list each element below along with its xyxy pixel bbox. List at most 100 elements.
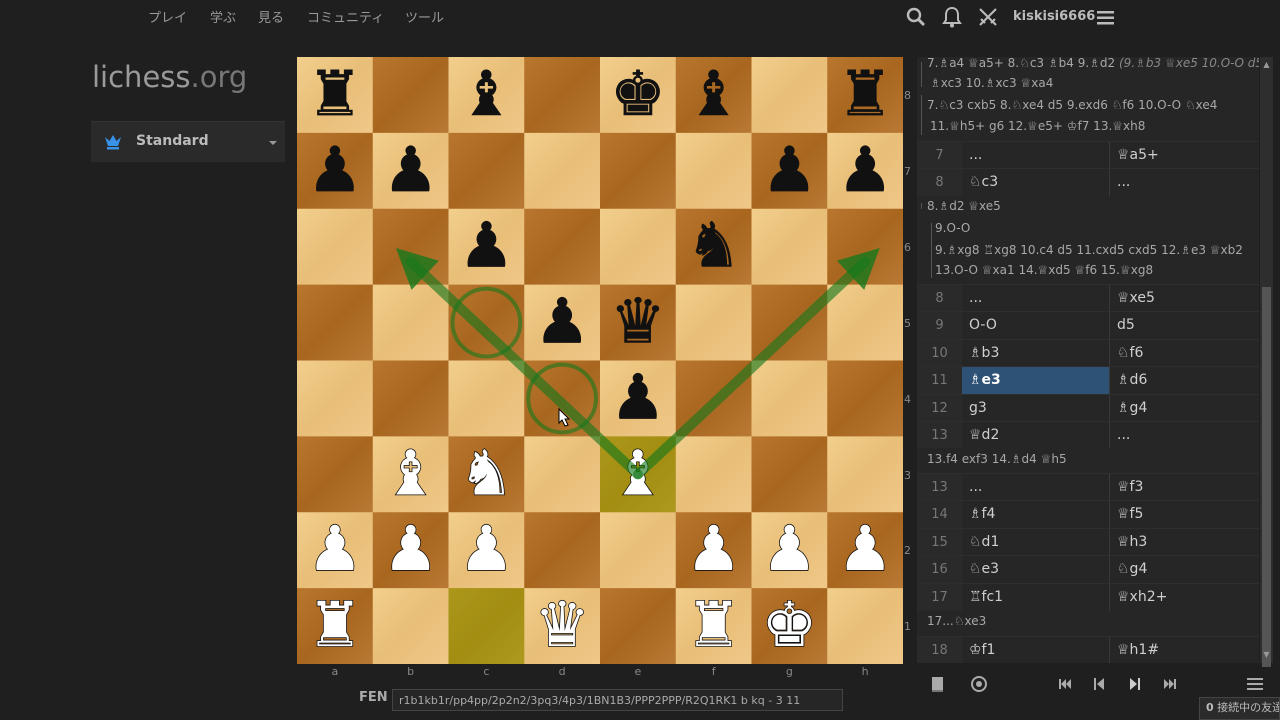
username-link[interactable]: kiskisi6666 [1013, 9, 1095, 24]
black-move[interactable]: ♕h3 [1110, 529, 1259, 556]
fen-input[interactable]: r1b1kb1r/pp4pp/2p2n2/3pq3/4p3/1BN1B3/PPP… [392, 689, 843, 711]
black-move[interactable]: ♕f5 [1110, 501, 1259, 528]
move-row: 10 ♗b3 ♘f6 [917, 338, 1259, 367]
white-move[interactable]: ♘c3 [962, 169, 1110, 197]
nav-play[interactable]: プレイ [148, 7, 187, 26]
white-move[interactable]: ... [962, 474, 1110, 501]
file-label: c [483, 665, 490, 678]
white-move[interactable]: O-O [962, 312, 1110, 340]
target-icon[interactable] [969, 674, 989, 694]
bell-icon[interactable] [941, 6, 965, 30]
scroll-down-arrow-icon[interactable]: ▼ [1262, 650, 1271, 659]
rank-label: 5 [904, 316, 911, 330]
move-number: 13 [917, 422, 962, 449]
move-number: 14 [917, 501, 962, 529]
board-svg[interactable]: ♜ ♝ ♚ ♝ ♜♟ ♟ ♟ ♟♟ ♞♟ ♛♟♝ ♞ ♝♟ ♟ ♟ ♟ ♟ ♟♜ ♛ ♜ ♚ [297, 57, 903, 664]
variation-line[interactable]: 13.O-O ♕xa1 14.♕xd5 ♕f6 15.♕xg8 [935, 263, 1153, 277]
white-move[interactable]: ♘e3 [962, 556, 1110, 584]
black-move[interactable]: ♕a5+ [1110, 142, 1259, 169]
board-square [751, 360, 828, 437]
board-square [372, 57, 449, 134]
white-move[interactable]: ... [962, 285, 1110, 312]
board-square [297, 208, 374, 286]
white-move[interactable]: g3 [962, 394, 1110, 422]
menu-icon[interactable] [1245, 674, 1265, 694]
scroll-up-arrow-icon[interactable]: ▲ [1262, 60, 1271, 69]
chess-board[interactable]: ♜ ♝ ♚ ♝ ♜ ♟ ♟ ♟ ♟ ♟ ♞ ♟ ♛ ♟ ♝ ♞ ♝ ♟ ♟ ♟ ♟ ♟ ♟ ♜ ♛ ♜ ♚ [297, 57, 903, 664]
nav-tools[interactable]: ツール [405, 7, 444, 26]
black-move[interactable]: ♕xh2+ [1110, 584, 1259, 611]
hamburger-menu-icon[interactable] [1096, 8, 1120, 32]
crown-icon [103, 132, 123, 152]
scroll-thumb[interactable] [1262, 287, 1271, 667]
black-move[interactable]: ♗g4 [1110, 395, 1259, 422]
white-move[interactable]: ... [962, 142, 1110, 169]
move-row: 13... ♕f3 [917, 473, 1259, 501]
crossed-swords-icon[interactable] [977, 6, 1001, 30]
black-move[interactable]: ♕h1# [1110, 637, 1259, 663]
white-move[interactable]: ♗b3 [962, 339, 1110, 367]
black-move[interactable]: ♕f3 [1110, 474, 1259, 501]
move-row: 13 ♕d2... [917, 421, 1259, 449]
move-number: 10 [917, 339, 962, 367]
black-move[interactable]: ♘f6 [1110, 340, 1259, 367]
variation-line[interactable]: 11.♕h5+ g6 12.♕e5+ ♔f7 13.♕xh8 [930, 119, 1145, 133]
variation-line[interactable]: 7.♗a4 ♕a5+ 8.♘c3 ♗b4 9.♗d2 (9.♗b3 ♕xe5 1… [927, 57, 1259, 70]
move-row: 16 ♘e3 ♘g4 [917, 555, 1259, 584]
logo-main: lichess [92, 60, 191, 94]
black-move[interactable]: ♕xe5 [1110, 285, 1259, 312]
white-move[interactable]: ♗e3 [962, 367, 1110, 395]
white-move[interactable]: ♘d1 [962, 528, 1110, 556]
variation-line[interactable]: 7.♘c3 cxb5 8.♘xe4 d5 9.exd6 ♘f6 10.O-O ♘… [927, 98, 1217, 112]
friends-count: 0 [1206, 701, 1214, 714]
board-square [751, 436, 828, 513]
white-move[interactable]: ♗f4 [962, 501, 1110, 529]
black-move[interactable]: ♘g4 [1110, 556, 1259, 583]
rank-label: 2 [904, 544, 911, 558]
online-friends-box[interactable]: 0 接続中の友達 [1199, 697, 1280, 720]
rank-label: 3 [904, 468, 911, 482]
variation-line[interactable]: 17...♘xe3 [927, 614, 986, 628]
last-move-icon[interactable] [1160, 674, 1180, 694]
nav-watch[interactable]: 見る [258, 7, 284, 26]
black-move[interactable]: ... [1110, 422, 1259, 449]
variation-line[interactable]: 9.O-O [935, 221, 970, 235]
search-icon[interactable] [905, 6, 929, 30]
previous-move-icon[interactable] [1089, 674, 1109, 694]
move-number: 18 [917, 637, 962, 663]
black-move[interactable]: d5 [1110, 312, 1259, 339]
move-number: 13 [917, 474, 962, 501]
chevron-down-icon [269, 141, 277, 145]
black-queen-icon: ♛ [610, 285, 666, 358]
nav-learn[interactable]: 学ぶ [210, 7, 236, 26]
black-move[interactable]: ♗d6 [1110, 367, 1259, 394]
first-move-icon[interactable] [1055, 674, 1075, 694]
file-label: d [558, 665, 566, 678]
move-row: 15 ♘d1 ♕h3 [917, 527, 1259, 556]
black-move[interactable]: ... [1110, 169, 1259, 196]
next-move-icon[interactable] [1125, 674, 1145, 694]
rank-label: 6 [904, 240, 911, 254]
board-square [524, 512, 601, 589]
board-square [297, 360, 374, 437]
variation-line[interactable]: 8.♗d2 ♕xe5 [927, 199, 1001, 213]
move-number: 8 [917, 169, 962, 197]
variation-line[interactable]: ♗xc3 10.♗xc3 ♕xa4 [930, 76, 1053, 90]
variant-select[interactable]: Standard [91, 121, 285, 162]
move-list-scrollbar[interactable]: ▲ ▼ [1260, 57, 1273, 667]
book-icon[interactable] [928, 674, 948, 694]
file-label: e [634, 665, 642, 678]
variation-line[interactable]: 9.♗xg8 ♖xg8 10.c4 d5 11.cxd5 cxd5 12.♗e3… [935, 243, 1243, 257]
logo-suffix: .org [190, 60, 248, 94]
nav-community[interactable]: コミュニティ [307, 7, 384, 26]
white-move[interactable]: ♖fc1 [962, 583, 1110, 611]
site-logo[interactable]: lichess.org [92, 60, 247, 94]
file-label: f [711, 665, 716, 678]
black-king-icon: ♚ [610, 57, 666, 130]
variation-line[interactable]: 13.f4 exf3 14.♗d4 ♕h5 [927, 452, 1067, 466]
white-move[interactable]: ♕d2 [962, 422, 1110, 449]
move-number: 16 [917, 556, 962, 584]
white-move[interactable]: ♔f1 [962, 637, 1110, 663]
board-square [448, 132, 525, 210]
white-rook-icon: ♜ [307, 588, 363, 661]
